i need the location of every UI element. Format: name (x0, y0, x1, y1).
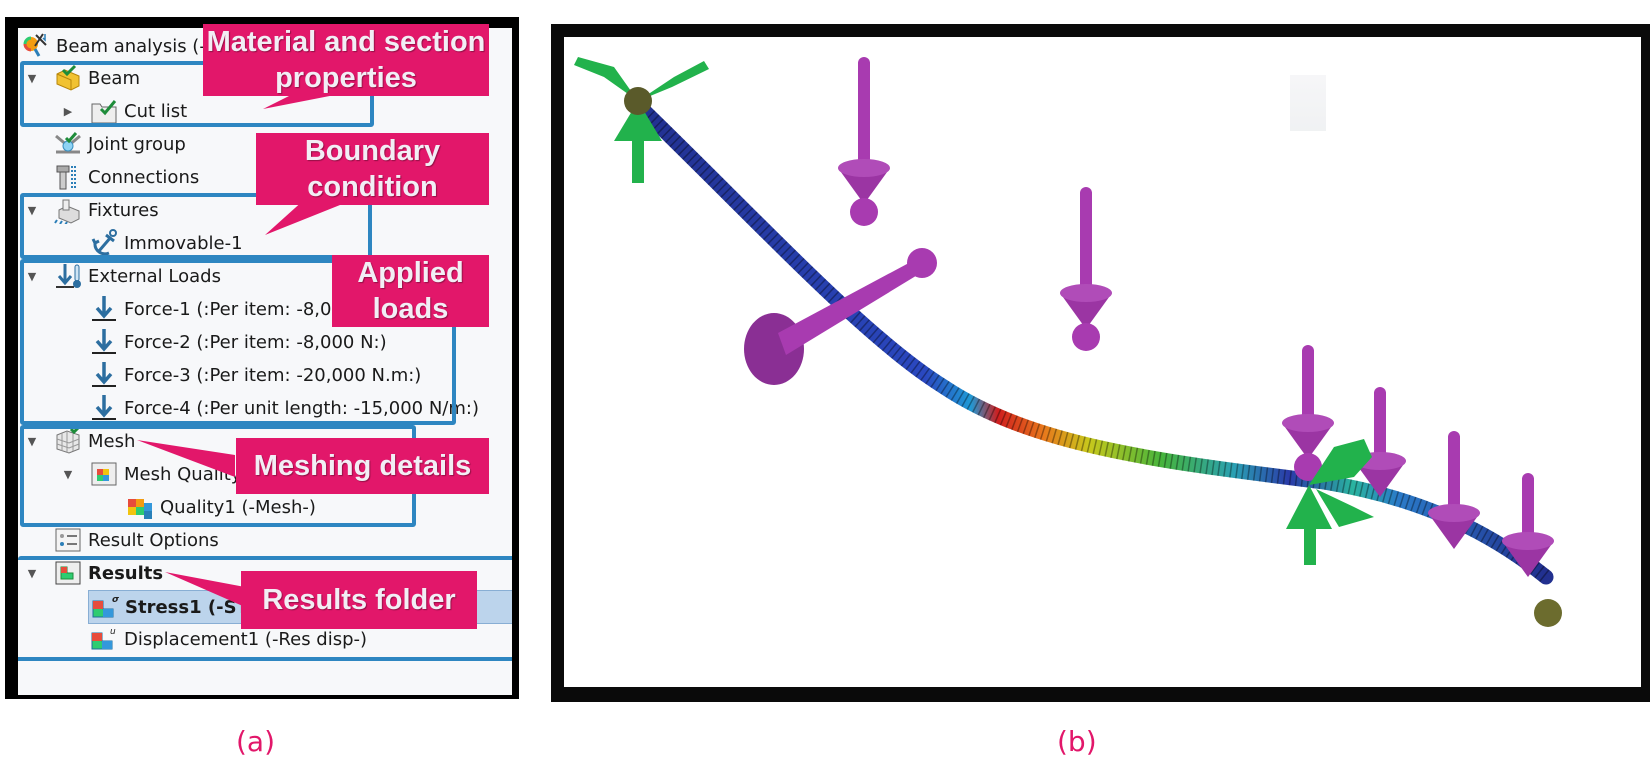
graphics-viewport[interactable] (564, 37, 1641, 687)
force-arrow (838, 57, 890, 226)
feature-tree-panel: Beam analysis (-De ▼ Beam ▶ Cut list Joi… (5, 17, 519, 699)
callout-boundary-condition: Boundary condition (256, 133, 489, 205)
callout-results-folder: Results folder (241, 571, 477, 629)
end-node (1534, 599, 1562, 627)
caption-b: (b) (1057, 725, 1097, 758)
callout-meshing-details: Meshing details (236, 438, 489, 494)
force-arrow (1502, 473, 1554, 577)
callout-applied-loads: Applied loads (332, 255, 489, 327)
viewport-watermark (1290, 75, 1326, 131)
force-loads-group (838, 57, 1554, 577)
beam-scene (574, 57, 1562, 627)
caption-a: (a) (236, 725, 276, 758)
results-viewport-frame (551, 24, 1650, 702)
force-arrow (1060, 187, 1112, 351)
